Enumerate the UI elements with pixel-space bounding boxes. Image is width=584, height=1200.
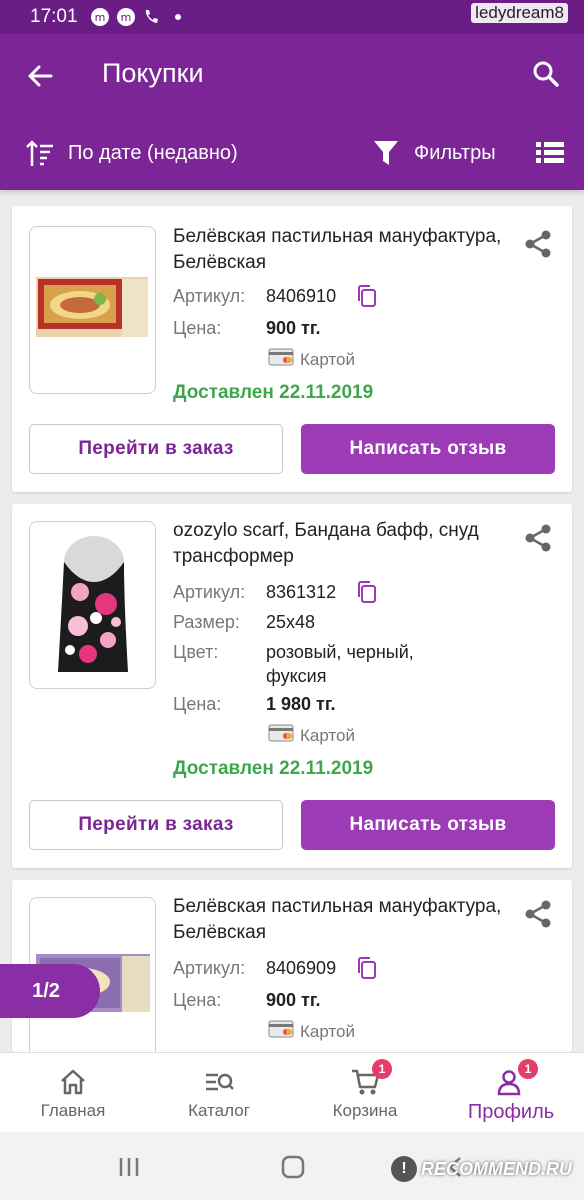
page-title: Покупки	[102, 58, 204, 88]
payment-label: Картой	[300, 725, 355, 745]
write-review-button[interactable]: Написать отзыв	[301, 800, 555, 850]
search-icon[interactable]	[530, 58, 562, 90]
nav-label: Главная	[40, 1101, 106, 1120]
article-value: 8361312	[266, 582, 337, 602]
share-icon[interactable]	[522, 898, 554, 930]
copy-icon[interactable]	[356, 284, 378, 308]
order-card: ozozylo scarf, Бандана бафф, снуд трансф…	[12, 504, 572, 868]
payment-method: Картой	[268, 346, 355, 373]
watermark-username: ledydream8	[471, 3, 568, 23]
profile-badge: 1	[518, 1059, 538, 1079]
size-label: Размер:	[173, 612, 240, 632]
sort-button[interactable]: По дате (недавно)	[68, 142, 238, 165]
svg-text:m: m	[94, 11, 105, 24]
price-value: 900 тг.	[266, 318, 321, 338]
price-label: Цена:	[173, 318, 222, 338]
cart-icon: 1	[350, 1059, 392, 1097]
article-label: Артикул:	[173, 286, 246, 306]
color-label: Цвет:	[173, 642, 219, 662]
nav-label: Профиль	[467, 1101, 555, 1123]
go-to-order-button[interactable]: Перейти в заказ	[29, 424, 283, 474]
cart-badge: 1	[372, 1059, 392, 1079]
copy-icon[interactable]	[356, 956, 378, 980]
profile-icon: 1	[496, 1059, 538, 1097]
share-icon[interactable]	[522, 228, 554, 260]
product-name[interactable]: ozozylo scarf, Бандана бафф, снуд трансф…	[173, 518, 513, 570]
order-card: Белёвская пастильная мануфактура, Белёвс…	[12, 206, 572, 492]
delivery-status: Доставлен 22.11.2019	[173, 382, 374, 403]
recent-apps-icon[interactable]	[116, 1154, 142, 1180]
article-value: 8406909	[266, 958, 337, 978]
filter-icon[interactable]	[372, 138, 400, 168]
price-value: 1 980 тг.	[266, 694, 336, 714]
list-view-icon[interactable]	[536, 140, 564, 166]
article-value: 8406910	[266, 286, 337, 306]
nav-label: Корзина	[332, 1101, 398, 1120]
payment-label: Картой	[300, 1021, 355, 1041]
home-button-icon[interactable]	[280, 1154, 306, 1180]
article-label: Артикул:	[173, 582, 246, 602]
filter-button[interactable]: Фильтры	[414, 142, 496, 165]
messenger-icon: m	[90, 7, 110, 27]
payment-label: Картой	[300, 349, 355, 369]
catalog-search-icon	[204, 1067, 234, 1097]
article-label: Артикул:	[173, 958, 246, 978]
nav-catalog[interactable]: Каталог	[146, 1053, 292, 1132]
site-watermark-text: RECOMMEND.RU	[421, 1158, 572, 1179]
payment-method: Картой	[268, 722, 355, 749]
card-payment-icon	[268, 1018, 296, 1045]
product-image[interactable]	[29, 226, 156, 394]
product-name[interactable]: Белёвская пастильная мануфактура, Белёвс…	[173, 894, 513, 946]
size-value: 25x48	[266, 612, 316, 632]
sort-icon[interactable]	[24, 138, 56, 170]
price-value: 900 тг.	[266, 990, 321, 1010]
recommend-logo-icon: !	[391, 1156, 417, 1182]
order-card: Белёвская пастильная мануфактура, Белёвс…	[12, 880, 572, 1052]
app-bar: Покупки	[0, 34, 584, 120]
page-indicator[interactable]: 1/2	[0, 964, 100, 1018]
messenger-icon: m	[116, 7, 136, 27]
nav-home[interactable]: Главная	[0, 1053, 146, 1132]
nav-profile[interactable]: 1 Профиль	[438, 1053, 584, 1132]
copy-icon[interactable]	[356, 580, 378, 604]
color-value: розовый, черный, фуксия	[266, 642, 414, 686]
nav-cart[interactable]: 1 Корзина	[292, 1053, 438, 1132]
bottom-navigation: Главная Каталог 1 Корзина 1 Профиль	[0, 1052, 584, 1132]
go-to-order-button[interactable]: Перейти в заказ	[29, 800, 283, 850]
status-time: 17:01	[30, 6, 78, 27]
dot-icon	[168, 7, 188, 27]
card-payment-icon	[268, 346, 296, 373]
card-payment-icon	[268, 722, 296, 749]
product-name[interactable]: Белёвская пастильная мануфактура, Белёвс…	[173, 224, 513, 276]
product-image[interactable]	[29, 521, 156, 689]
wifi-call-icon	[142, 7, 162, 27]
sort-filter-bar: По дате (недавно) Фильтры	[0, 120, 584, 190]
nav-label: Каталог	[188, 1101, 250, 1120]
payment-method: Картой	[268, 1018, 355, 1045]
delivery-status: Доставлен 22.11.2019	[173, 758, 374, 779]
site-watermark: ! RECOMMEND.RU	[391, 1156, 572, 1182]
share-icon[interactable]	[522, 522, 554, 554]
price-label: Цена:	[173, 694, 222, 714]
home-icon	[58, 1067, 88, 1097]
write-review-button[interactable]: Написать отзыв	[301, 424, 555, 474]
price-label: Цена:	[173, 990, 222, 1010]
svg-text:m: m	[120, 11, 131, 24]
back-arrow-icon[interactable]	[24, 60, 56, 92]
